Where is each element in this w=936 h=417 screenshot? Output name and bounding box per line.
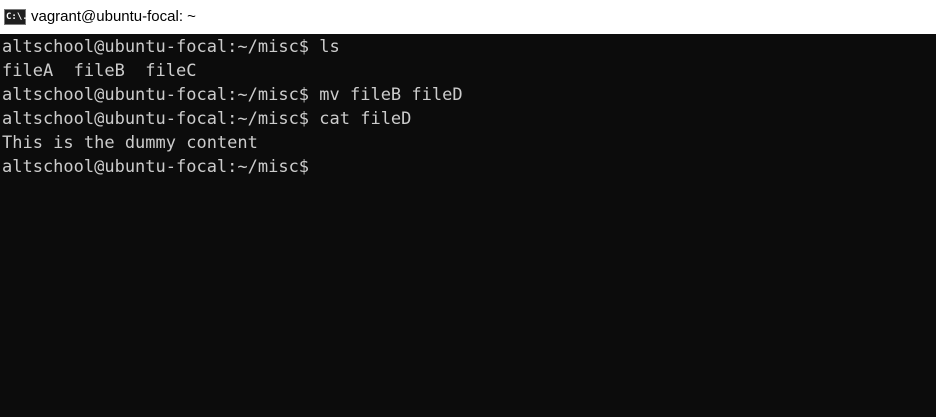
- window-title: vagrant@ubuntu-focal: ~: [31, 8, 196, 25]
- terminal-output[interactable]: altschool@ubuntu-focal:~/misc$ ls fileA …: [0, 34, 936, 417]
- command-prompt-icon-label: C:\.: [6, 12, 28, 22]
- terminal-line: fileA fileB fileC: [2, 61, 197, 81]
- terminal-line: altschool@ubuntu-focal:~/misc$ ls: [2, 37, 340, 57]
- command-prompt-icon[interactable]: C:\.: [4, 9, 28, 25]
- terminal-prompt-line[interactable]: altschool@ubuntu-focal:~/misc$: [2, 155, 463, 179]
- terminal-line: altschool@ubuntu-focal:~/misc$ mv fileB …: [2, 85, 463, 105]
- terminal-line: This is the dummy content: [2, 133, 258, 153]
- terminal-line: altschool@ubuntu-focal:~/misc$ cat fileD: [2, 109, 412, 129]
- terminal-window: C:\. vagrant@ubuntu-focal: ~ altschool@u…: [0, 0, 936, 417]
- terminal-lines: altschool@ubuntu-focal:~/misc$ ls fileA …: [2, 35, 463, 179]
- title-bar[interactable]: C:\. vagrant@ubuntu-focal: ~: [0, 0, 936, 34]
